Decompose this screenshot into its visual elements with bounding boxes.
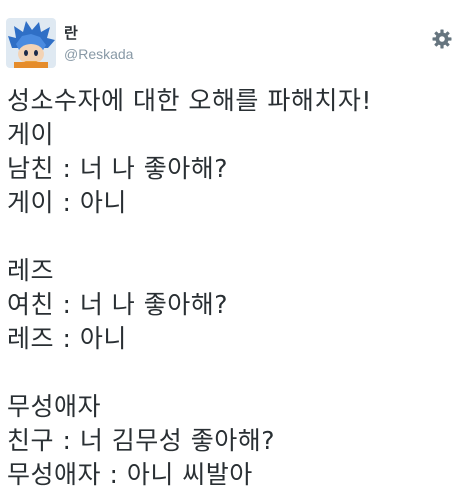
tweet-header: 란 @Reskada [0, 0, 460, 80]
tweet-line: 무성애자 [7, 392, 102, 421]
tweet-line: 남친 : 너 나 좋아해? [7, 154, 228, 183]
tweet-line: 무성애자 : 아니 씨발아 [7, 460, 253, 489]
tweet-line: 여친 : 너 나 좋아해? [7, 290, 228, 319]
avatar-image [6, 18, 56, 68]
display-name[interactable]: 란 [64, 22, 78, 43]
gear-icon-graphic [432, 29, 452, 49]
tweet-line: 레즈 [7, 256, 55, 285]
tweet-line: 게이 : 아니 [7, 188, 127, 217]
gear-icon[interactable] [432, 29, 452, 49]
tweet-line: 성소수자에 대한 오해를 파해치자! [7, 86, 372, 115]
tweet-line: 레즈 : 아니 [7, 324, 127, 353]
tweet-text: 성소수자에 대한 오해를 파해치자! 게이 남친 : 너 나 좋아해? 게이 :… [7, 84, 455, 492]
tweet-line: 친구 : 너 김무성 좋아해? [7, 426, 275, 455]
username[interactable]: @Reskada [64, 46, 133, 62]
avatar[interactable] [6, 18, 56, 68]
tweet-line: 게이 [7, 120, 55, 149]
